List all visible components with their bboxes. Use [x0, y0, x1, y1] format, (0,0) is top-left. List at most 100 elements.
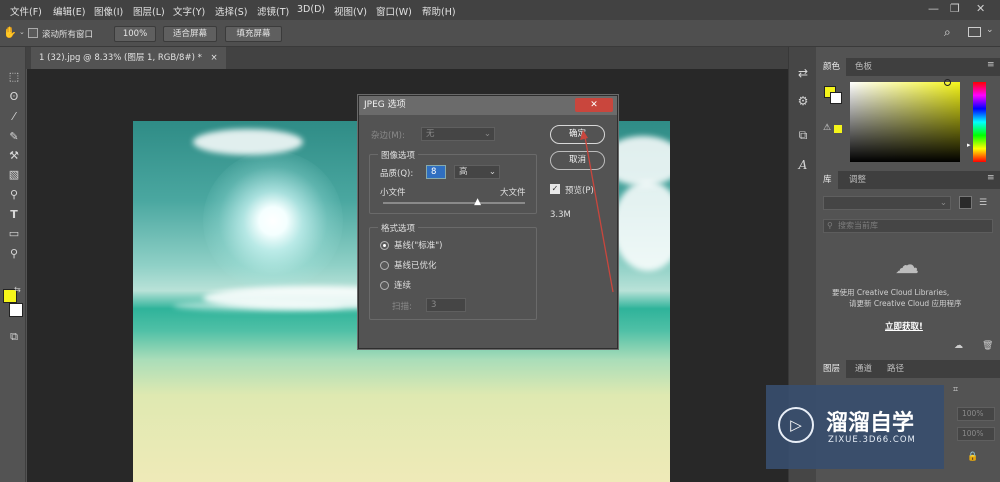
format-radio-optimized[interactable]	[380, 261, 389, 270]
color-field[interactable]	[850, 82, 960, 162]
cloud	[613, 181, 670, 271]
fill-screen-button[interactable]: 填充屏幕	[225, 26, 282, 42]
menu-window[interactable]: 窗口(W)	[376, 4, 412, 18]
play-logo-icon: ▷	[778, 407, 814, 443]
layer-fill[interactable]: 100%	[957, 427, 995, 441]
minimize-button[interactable]: —	[928, 2, 939, 15]
ok-button[interactable]: 确定	[550, 125, 605, 144]
grid-view-icon[interactable]	[959, 196, 972, 209]
jpeg-options-dialog: JPEG 选项 ✕ 杂边(M): 无 ⌄ 图像选项 品质(Q): 8 高 ⌄ 小…	[358, 95, 618, 349]
zoom-100-button[interactable]: 100%	[114, 26, 156, 42]
quality-label: 品质(Q):	[380, 169, 414, 179]
quality-slider-track[interactable]	[383, 202, 525, 204]
tab-color[interactable]: 颜色	[817, 58, 847, 76]
background-color-swatch[interactable]	[9, 303, 23, 317]
options-bar: ✋ ⌄ 滚动所有窗口 100% 适合屏幕 填充屏幕 ⌕ ⌄	[0, 20, 1000, 47]
cloud-sync-icon[interactable]: ☁	[954, 341, 963, 351]
preview-checkbox[interactable]: ✓	[550, 184, 560, 194]
history-icon[interactable]: ⇄	[795, 65, 811, 81]
tab-adjustments[interactable]: 调整	[843, 171, 872, 189]
dodge-tool-icon[interactable]: ⚲	[6, 187, 22, 203]
search-icon: ⚲	[827, 221, 833, 230]
hand-tool-icon[interactable]: ✋	[3, 26, 17, 39]
library-search-placeholder: 搜索当前库	[838, 221, 878, 230]
quality-input[interactable]: 8	[426, 165, 446, 179]
format-radio-baseline[interactable]	[380, 241, 389, 250]
character-icon[interactable]: A	[795, 157, 811, 173]
clone-source-icon[interactable]: ⧉	[795, 127, 811, 143]
menu-filter[interactable]: 滤镜(T)	[257, 4, 289, 18]
image-options-legend: 图像选项	[378, 149, 419, 161]
panel-menu-icon[interactable]: ≡	[987, 60, 995, 70]
format-label-optimized: 基线已优化	[394, 261, 437, 271]
rectangle-tool-icon[interactable]: ▭	[6, 226, 22, 242]
menu-file[interactable]: 文件(F)	[10, 4, 42, 18]
layers-panel-tabs: 图层 通道 路径	[817, 360, 1000, 378]
panel-menu-icon[interactable]: ≡	[987, 173, 995, 183]
menu-3d[interactable]: 3D(D)	[297, 4, 325, 15]
marquee-tool-icon[interactable]: ⬚	[6, 69, 22, 85]
menu-select[interactable]: 选择(S)	[215, 4, 247, 18]
dialog-title: JPEG 选项	[364, 100, 406, 110]
eyedropper-tool-icon[interactable]: ⁄	[6, 109, 22, 125]
menu-help[interactable]: 帮助(H)	[422, 4, 456, 18]
hue-slider-thumb[interactable]: ▸	[967, 141, 971, 149]
trash-icon[interactable]: 🗑	[982, 341, 993, 351]
layer-opacity[interactable]: 100%	[957, 407, 995, 421]
stamp-tool-icon[interactable]: ⚒	[6, 148, 22, 164]
search-icon[interactable]: ⌕	[944, 25, 951, 40]
list-view-icon[interactable]: ☰	[979, 198, 987, 208]
chevron-down-icon: ⌄	[488, 167, 496, 177]
workspace-dropdown-icon[interactable]: ⌄	[986, 25, 994, 35]
chevron-down-icon: ⌄	[483, 129, 491, 139]
creative-cloud-icon: ☁	[895, 251, 919, 279]
menu-layer[interactable]: 图层(L)	[133, 4, 165, 18]
cancel-button[interactable]: 取消	[550, 151, 605, 170]
gradient-tool-icon[interactable]: ▧	[6, 167, 22, 183]
restore-button[interactable]: ❐	[950, 2, 960, 15]
swap-colors-icon[interactable]: ⇆	[14, 285, 21, 294]
lock-all-icon[interactable]: ⌗	[953, 385, 958, 395]
document-tab[interactable]: 1 (32).jpg @ 8.33% (图层 1, RGB/8#) * ×	[31, 47, 226, 69]
format-radio-progressive[interactable]	[380, 281, 389, 290]
quality-slider-thumb[interactable]: ▲	[474, 197, 481, 207]
tab-paths[interactable]: 路径	[881, 360, 910, 378]
tab-layers[interactable]: 图层	[817, 360, 847, 378]
scans-select[interactable]: 3	[426, 298, 466, 312]
properties-icon[interactable]: ⚙	[795, 93, 811, 109]
tool-preset-dropdown-icon[interactable]: ⌄	[19, 28, 25, 36]
dialog-title-bar[interactable]: JPEG 选项 ✕	[359, 96, 617, 115]
close-window-button[interactable]: ✕	[976, 2, 985, 15]
menu-view[interactable]: 视图(V)	[334, 4, 367, 18]
color-picker-ring[interactable]	[944, 79, 951, 86]
dialog-close-button[interactable]: ✕	[575, 98, 613, 112]
gamut-color-chip[interactable]	[834, 125, 842, 133]
menu-edit[interactable]: 编辑(E)	[53, 4, 85, 18]
fit-screen-button[interactable]: 适合屏幕	[163, 26, 217, 42]
workspace-icon[interactable]	[968, 27, 981, 37]
get-it-now-link[interactable]: 立即获取!	[885, 320, 923, 332]
menu-image[interactable]: 图像(I)	[94, 4, 123, 18]
library-select[interactable]: ⌄	[823, 196, 951, 210]
library-message-line2: 请更新 Creative Cloud 应用程序	[849, 299, 962, 308]
screen-mode-icon[interactable]: ⧉	[6, 329, 22, 345]
format-options-group: 格式选项 基线("标准") 基线已优化 连续 扫描: 3	[369, 222, 537, 320]
hue-slider[interactable]	[973, 82, 986, 162]
lasso-tool-icon[interactable]: ʘ	[6, 89, 22, 105]
zoom-tool-icon[interactable]: ⚲	[6, 246, 22, 262]
tab-channels[interactable]: 通道	[849, 360, 878, 378]
menu-type[interactable]: 文字(Y)	[173, 4, 205, 18]
scroll-all-checkbox[interactable]	[28, 28, 38, 38]
document-tab-close-icon[interactable]: ×	[211, 53, 218, 63]
large-file-label: 大文件	[500, 188, 526, 198]
brush-tool-icon[interactable]: ✎	[6, 129, 22, 145]
libraries-panel-tabs: 库 调整 ≡	[817, 171, 1000, 189]
type-tool-icon[interactable]: T	[6, 207, 22, 223]
background-color-chip[interactable]	[830, 92, 842, 104]
tab-swatches[interactable]: 色板	[849, 58, 878, 76]
quality-level-select[interactable]: 高 ⌄	[454, 165, 500, 179]
library-search-input[interactable]: ⚲ 搜索当前库	[823, 219, 993, 233]
tab-libraries[interactable]: 库	[817, 171, 838, 189]
matte-select[interactable]: 无 ⌄	[421, 127, 495, 141]
cloud	[193, 129, 303, 155]
